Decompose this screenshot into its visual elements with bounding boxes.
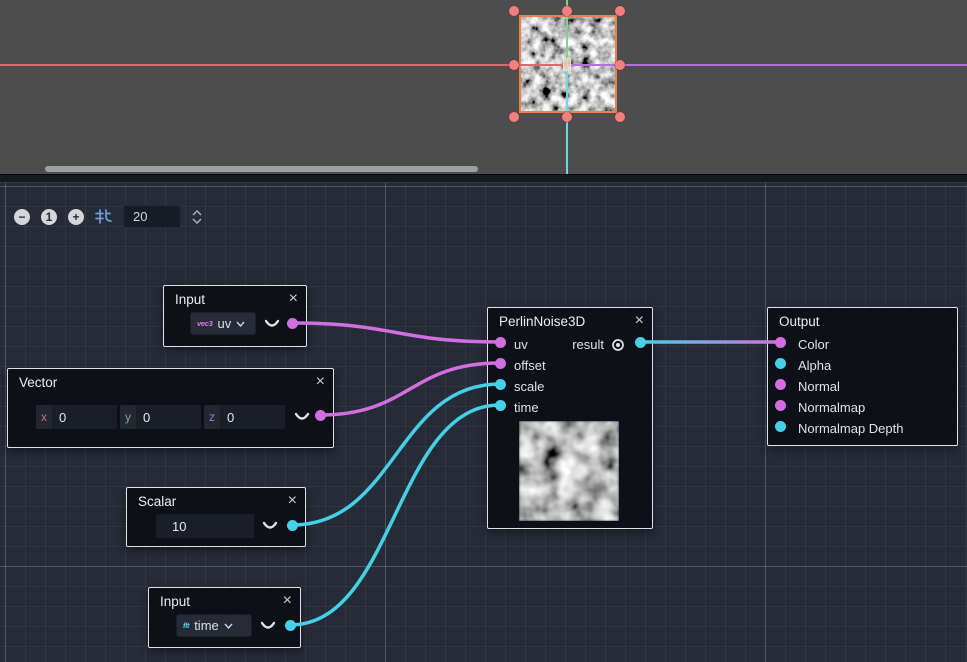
node-title: PerlinNoise3D [499,314,585,329]
selection-handle[interactable] [615,60,625,70]
port-scalar-output[interactable] [287,520,298,531]
selection-handle[interactable] [509,6,519,16]
port-perlin-uv[interactable] [495,337,506,348]
zoom-reset-button[interactable]: 1 [41,209,57,225]
preview-toggle-icon[interactable] [264,319,280,329]
snap-step-input[interactable]: 20 [123,205,181,228]
scene-viewport[interactable] [0,0,967,174]
port-perlin-offset[interactable] [495,358,506,369]
port-output-color[interactable] [775,337,786,348]
snap-step-spinner[interactable] [192,210,202,224]
snap-grid-icon[interactable] [95,208,112,225]
vector-z-field[interactable]: z 0 [204,405,285,429]
input-source-dropdown[interactable]: flt time [176,614,252,637]
noise-preview [519,421,619,521]
port-output-normalmap[interactable] [775,400,786,411]
node-title: Vector [19,375,57,390]
close-icon[interactable]: × [635,313,644,329]
wire-uv [292,323,500,342]
move-gizmo[interactable] [563,58,571,71]
graph-toolbar: − 1 + 20 [14,205,202,228]
panel-splitter[interactable] [0,174,967,183]
port-label-uv: uv [514,337,528,352]
selection-handle[interactable] [615,6,625,16]
port-label-normal: Normal [798,379,840,394]
port-output-normalmap-depth[interactable] [775,421,786,432]
node-input-time[interactable]: Input × flt time [148,587,301,648]
x-axis-label: x [36,405,52,429]
port-label-result: result [572,337,604,352]
port-input-time-output[interactable] [285,620,296,631]
port-label-normalmap-depth: Normalmap Depth [798,421,904,436]
node-title: Scalar [138,494,176,509]
port-vector-output[interactable] [315,410,326,421]
node-perlin-noise-3d[interactable]: PerlinNoise3D × uv result offset scale [487,307,653,529]
zoom-in-button[interactable]: + [68,209,84,225]
close-icon[interactable]: × [283,593,292,609]
node-input-uv[interactable]: Input × vec3 uv [163,285,307,347]
float-type-icon: flt [183,621,189,630]
vector-y-field[interactable]: y 0 [120,405,201,429]
y-axis-label: y [120,405,136,429]
port-input-uv-output[interactable] [287,318,298,329]
axis-x-negative [0,64,567,66]
port-label-offset: offset [514,358,546,373]
z-axis-label: z [204,405,220,429]
node-title: Output [779,314,820,329]
port-perlin-result[interactable] [635,337,646,348]
node-scalar[interactable]: Scalar × 10 [126,487,306,547]
dropdown-value: time [194,618,219,633]
selection-handle[interactable] [509,60,519,70]
preview-toggle-icon[interactable] [294,412,310,422]
visual-shader-editor: Input × vec3 uv Vector × x 0 [0,0,967,662]
scalar-value-field[interactable]: 10 [156,514,254,538]
wire-offset [320,363,500,415]
x-value: 0 [52,410,66,425]
port-perlin-scale[interactable] [495,379,506,390]
chevron-down-icon[interactable] [192,218,202,224]
vector-x-field[interactable]: x 0 [36,405,117,429]
node-title: Input [160,594,190,609]
shader-graph-canvas[interactable]: Input × vec3 uv Vector × x 0 [0,183,967,662]
node-output[interactable]: Output Color Alpha Normal Normalmap Norm… [767,307,958,446]
port-label-color: Color [798,337,829,352]
port-label-alpha: Alpha [798,358,831,373]
z-value: 0 [220,410,234,425]
vec3-type-icon: vec3 [197,319,213,328]
preview-toggle-icon[interactable] [260,621,276,631]
node-title: Input [175,292,205,307]
preview-toggle-icon[interactable] [262,521,278,531]
y-value: 0 [136,410,150,425]
node-vector[interactable]: Vector × x 0 y 0 z 0 [7,368,334,448]
scalar-value: 10 [156,519,186,534]
selection-handle[interactable] [562,6,572,16]
port-perlin-time[interactable] [495,400,506,411]
port-output-alpha[interactable] [775,358,786,369]
chevron-down-icon [224,623,233,629]
port-label-time: time [514,400,539,415]
port-output-normal[interactable] [775,379,786,390]
close-icon[interactable]: × [316,374,325,390]
close-icon[interactable]: × [289,291,298,307]
selection-handle[interactable] [509,112,519,122]
close-icon[interactable]: × [288,493,297,509]
zoom-out-button[interactable]: − [14,209,30,225]
horizontal-scrollbar[interactable] [45,166,478,172]
chevron-down-icon [236,321,245,327]
input-source-dropdown[interactable]: vec3 uv [190,312,256,335]
selection-handle[interactable] [615,112,625,122]
port-preview-eye-icon[interactable] [611,338,625,352]
selection-handle[interactable] [562,112,572,122]
axis-x-positive [567,64,967,66]
port-label-scale: scale [514,379,544,394]
port-label-normalmap: Normalmap [798,400,865,415]
chevron-up-icon[interactable] [192,210,202,216]
dropdown-value: uv [218,316,232,331]
